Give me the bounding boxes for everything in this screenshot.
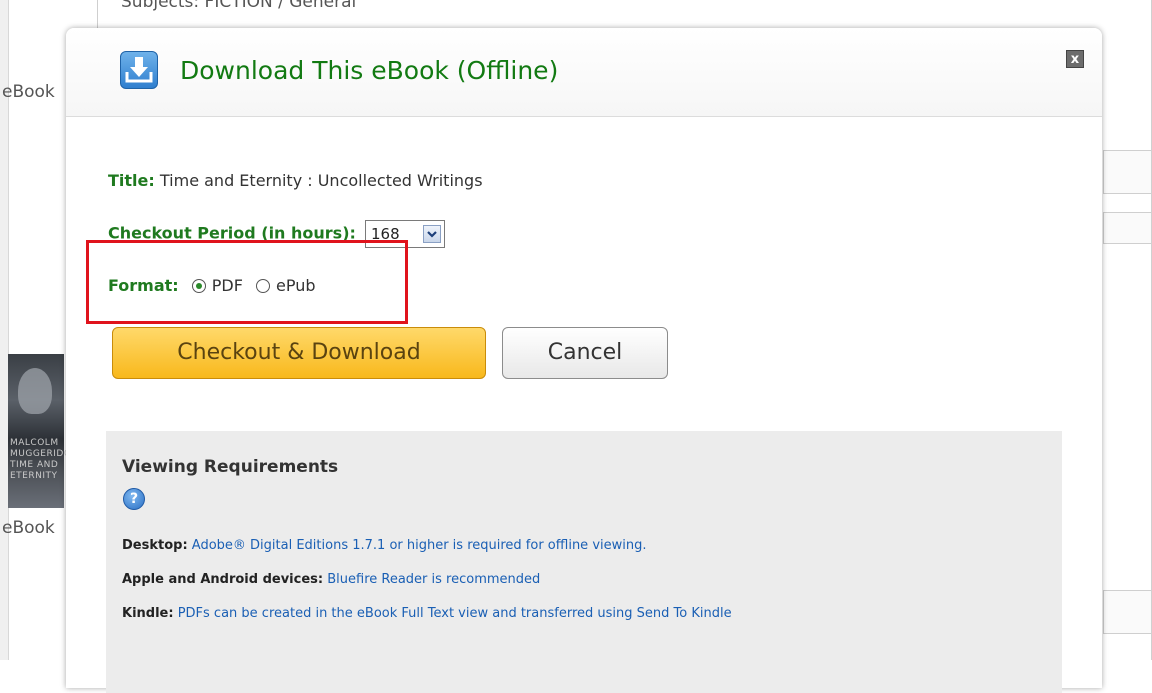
cover-text: MALCOLM MUGGERIDGE TIME AND ETERNITY (10, 438, 78, 481)
viewing-requirements-heading: Viewing Requirements (122, 457, 339, 477)
requirement-key: Apple and Android devices: (122, 572, 324, 587)
requirement-kindle: Kindle: PDFs can be created in the eBook… (122, 606, 732, 621)
dialog-header: Download This eBook (Offline) x (66, 28, 1102, 117)
download-dialog: Download This eBook (Offline) x Title: T… (66, 28, 1102, 693)
requirement-key: Desktop: (122, 538, 188, 553)
title-row: Title: Time and Eternity : Uncollected W… (108, 171, 483, 190)
requirement-desktop: Desktop: Adobe® Digital Editions 1.7.1 o… (122, 538, 647, 553)
checkout-download-button[interactable]: Checkout & Download (112, 327, 486, 379)
background-ebook-label[interactable]: eBook (2, 82, 60, 102)
book-title-value: Time and Eternity : Uncollected Writings (159, 171, 483, 190)
close-button[interactable]: x (1066, 50, 1084, 68)
download-icon (120, 51, 158, 89)
requirement-mobile: Apple and Android devices: Bluefire Read… (122, 572, 540, 587)
title-label: Title: (108, 171, 155, 190)
chevron-down-icon[interactable] (423, 225, 441, 243)
requirement-link[interactable]: PDFs can be created in the eBook Full Te… (178, 606, 732, 621)
background-ebook-label[interactable]: eBook (2, 518, 60, 538)
requirement-link[interactable]: Adobe® Digital Editions 1.7.1 or higher … (192, 538, 647, 553)
background-table-cell (1103, 590, 1152, 634)
background-book-cover[interactable]: MALCOLM MUGGERIDGE TIME AND ETERNITY (8, 354, 78, 508)
dialog-title: Download This eBook (Offline) (180, 56, 559, 85)
cancel-button[interactable]: Cancel (502, 327, 668, 379)
requirement-link[interactable]: Bluefire Reader is recommended (327, 572, 540, 587)
viewing-requirements-panel: Viewing Requirements ? Desktop: Adobe® D… (106, 431, 1062, 693)
requirement-key: Kindle: (122, 606, 174, 621)
help-icon[interactable]: ? (123, 488, 145, 510)
format-highlight-box (86, 240, 408, 324)
background-divider (97, 0, 98, 30)
background-subjects-text: Subjects: FICTION / General (121, 0, 357, 12)
background-table-cell (1103, 150, 1152, 194)
cover-portrait (18, 368, 52, 414)
background-table-cell (1103, 212, 1152, 244)
